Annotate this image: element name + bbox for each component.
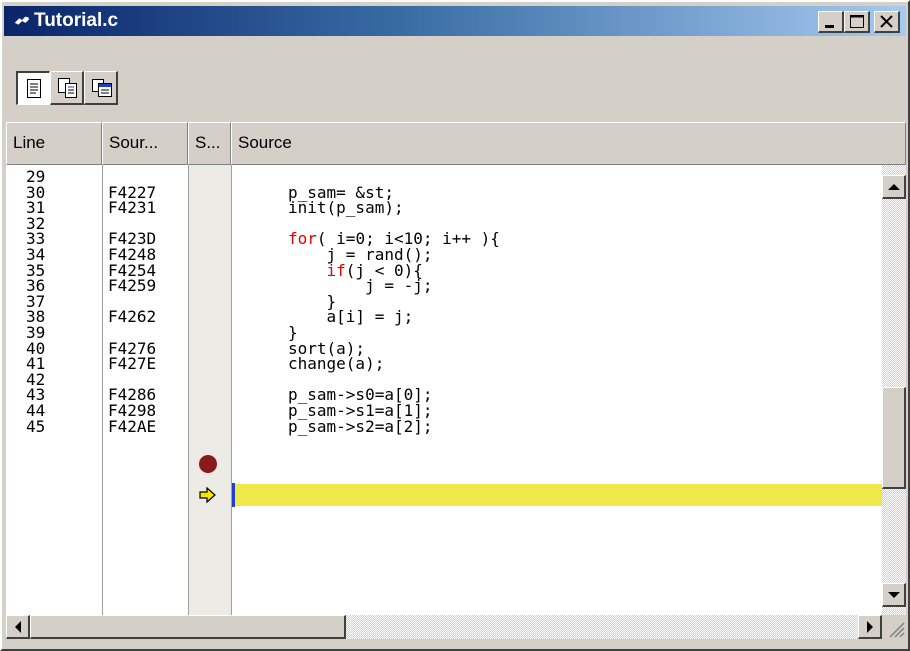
breakpoint-icon[interactable] [199, 455, 217, 473]
current-line-highlight [232, 484, 882, 506]
arrow-down-icon [888, 592, 900, 598]
title-bar[interactable]: Tutorial.c [4, 6, 906, 36]
arrow-right-icon [867, 621, 873, 633]
source-address: F4231 [108, 198, 157, 218]
maximize-button[interactable] [844, 11, 870, 33]
minimize-icon [825, 25, 834, 28]
source-code: a[i] = j; [288, 307, 414, 327]
source-view-button[interactable] [16, 71, 50, 105]
close-button[interactable] [874, 11, 900, 33]
source-listing[interactable]: 29 30 F4227 p_sam= &st; 31 F4231 init(p_sam); 3… [6, 165, 882, 615]
column-header-status[interactable]: S... [188, 122, 231, 165]
source-code: change(a); [288, 354, 385, 374]
source-view-icon [27, 79, 41, 98]
source-address: F427E [108, 354, 157, 374]
scroll-down-button[interactable] [882, 583, 906, 607]
column-header-line[interactable]: Line [6, 122, 102, 165]
source-address: F42AE [108, 416, 157, 436]
toolbar [6, 40, 906, 120]
source-address: F4262 [108, 307, 157, 327]
resize-grip-icon [889, 622, 905, 638]
horizontal-scrollbar[interactable] [6, 615, 882, 639]
source-line-row[interactable]: 45 F42AE p_sam->s2=a[2]; [6, 416, 882, 436]
scroll-right-button[interactable] [858, 615, 882, 639]
column-header-source[interactable]: Source [231, 122, 906, 165]
arrow-up-icon [888, 184, 900, 190]
line-number: 45 [26, 416, 46, 436]
vertical-scroll-thumb[interactable] [882, 387, 906, 489]
disassembly-view-button[interactable] [84, 71, 118, 105]
source-window: Tutorial.c Line Sour... S... Source 29 3… [0, 0, 910, 651]
scroll-left-button[interactable] [6, 615, 30, 639]
source-code: p_sam->s2=a[2]; [288, 416, 433, 436]
column-header: Line Sour... S... Source [6, 122, 906, 165]
horizontal-scroll-thumb[interactable] [30, 615, 346, 639]
close-icon [880, 15, 893, 28]
mixed-view-button[interactable] [50, 71, 84, 105]
arrow-left-icon [15, 621, 21, 633]
source-line-row[interactable]: 31 F4231 init(p_sam); [6, 200, 882, 216]
source-line-row[interactable]: 41 F427E change(a); [6, 356, 882, 372]
disassembly-view-icon [92, 79, 112, 97]
minimize-button[interactable] [818, 11, 844, 33]
column-header-address[interactable]: Sour... [102, 122, 188, 165]
source-line-row[interactable]: 38 F4262 a[i] = j; [6, 309, 882, 325]
program-counter-arrow-icon [199, 486, 216, 504]
maximize-icon [850, 15, 864, 28]
source-line-row[interactable]: 36 F4259 j = -j; [6, 278, 882, 294]
scroll-up-button[interactable] [882, 175, 906, 199]
mixed-view-icon [58, 78, 77, 98]
current-line-marker [232, 483, 235, 507]
source-file-icon [14, 16, 30, 25]
window-title: Tutorial.c [34, 10, 119, 31]
source-address: F4259 [108, 276, 157, 296]
resize-grip[interactable] [882, 615, 906, 639]
vertical-scrollbar[interactable] [882, 165, 906, 615]
source-code: init(p_sam); [288, 198, 404, 218]
